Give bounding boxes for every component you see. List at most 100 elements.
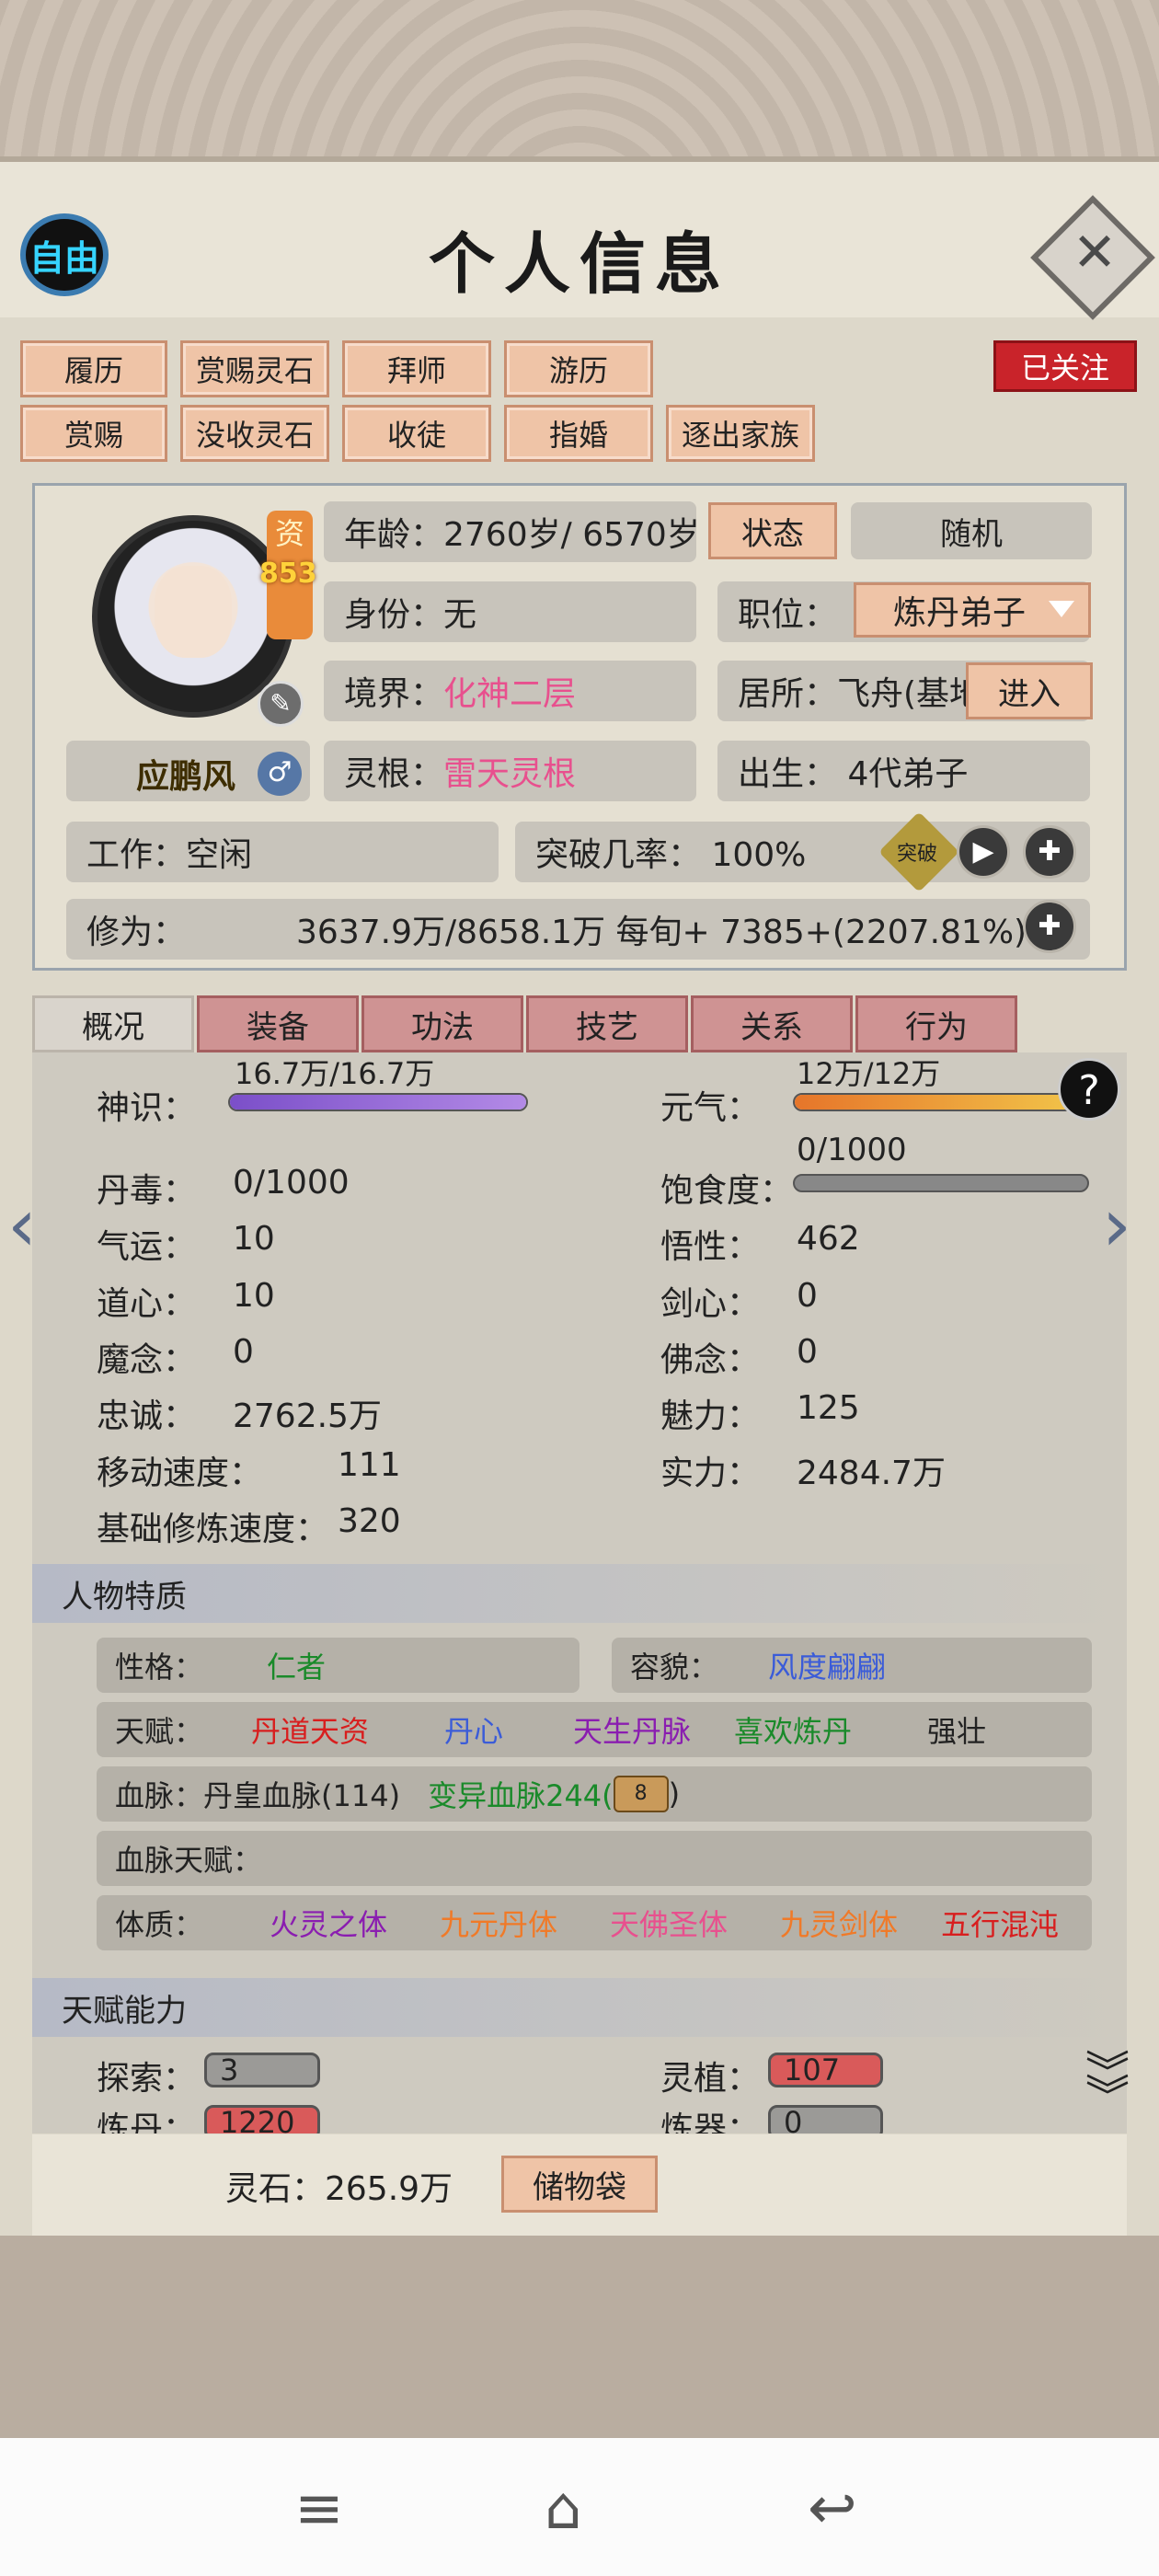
strength-label: 实力： bbox=[660, 1455, 761, 1492]
sword-heart-label: 剑心： bbox=[660, 1285, 761, 1323]
home-icon[interactable]: ⌂ bbox=[545, 2475, 582, 2543]
position-value: 炼丹弟子 bbox=[893, 594, 1027, 632]
physique-label: 体质： bbox=[115, 1907, 204, 1942]
talent-row: 天赋： 丹道天资 丹心 天生丹脉 喜欢炼丹 强壮 bbox=[97, 1702, 1092, 1757]
shenshi-bar-fill bbox=[230, 1095, 526, 1110]
position-label: 职位： bbox=[738, 596, 838, 634]
talent-1: 丹道天资 bbox=[251, 1714, 370, 1749]
reward-button[interactable]: 赏赐 bbox=[20, 405, 167, 462]
bloodline-item-icon[interactable]: 8 bbox=[613, 1776, 669, 1812]
bloodline-value: 丹皇血脉(114) bbox=[203, 1778, 401, 1813]
alchemy-label: 炼丹： bbox=[97, 2110, 197, 2133]
luck-label: 气运： bbox=[97, 1228, 197, 1266]
bloodline-label: 血脉： bbox=[115, 1778, 204, 1813]
shenshi-label: 神识： bbox=[97, 1089, 197, 1127]
spirit-stone-text: 灵石：265.9万 bbox=[225, 2170, 453, 2208]
bloodline-talent-label: 血脉天赋： bbox=[115, 1843, 263, 1878]
daoxin-value: 10 bbox=[233, 1277, 275, 1315]
confiscate-stone-button[interactable]: 没收灵石 bbox=[180, 405, 329, 462]
abilities-title: 天赋能力 bbox=[62, 1992, 187, 2030]
realm-label: 境界： bbox=[344, 675, 444, 713]
next-arrow-icon[interactable]: › bbox=[1102, 1182, 1131, 1268]
reward-stone-button[interactable]: 赏赐灵石 bbox=[180, 340, 329, 397]
forge-value: 0 bbox=[784, 2105, 803, 2133]
menu-icon[interactable]: ≡ bbox=[294, 2475, 344, 2543]
follow-button[interactable]: 已关注 bbox=[993, 340, 1137, 392]
move-speed-label: 移动速度： bbox=[97, 1455, 263, 1492]
plus-icon[interactable]: ✚ bbox=[1023, 825, 1076, 879]
breakthrough-icon-label: 突破 bbox=[897, 843, 938, 866]
identity-field: 身份： 无 bbox=[324, 581, 696, 642]
forge-bar: 0 bbox=[768, 2105, 883, 2133]
tab-skills[interactable]: 技艺 bbox=[526, 995, 688, 1052]
tab-equipment[interactable]: 装备 bbox=[197, 995, 359, 1052]
traits-title: 人物特质 bbox=[62, 1578, 187, 1616]
tab-overview[interactable]: 概况 bbox=[32, 995, 194, 1052]
work-text: 工作：空闲 bbox=[86, 836, 253, 874]
travel-button[interactable]: 游历 bbox=[504, 340, 653, 397]
expel-button[interactable]: 逐出家族 bbox=[666, 405, 815, 462]
residence-text: 居所：飞舟(基地 bbox=[738, 675, 983, 713]
daoxin-label: 道心： bbox=[97, 1285, 197, 1323]
pen-icon[interactable]: ✎ bbox=[258, 681, 304, 727]
personality-label: 性格： bbox=[115, 1650, 204, 1685]
prev-arrow-icon[interactable]: ‹ bbox=[7, 1182, 37, 1268]
state-button[interactable]: 状态 bbox=[708, 502, 837, 559]
comprehension-value: 462 bbox=[797, 1220, 860, 1258]
random-button[interactable]: 随机 bbox=[851, 502, 1092, 559]
monian-value: 0 bbox=[233, 1333, 254, 1371]
character-name: 应鹏风 bbox=[136, 758, 236, 796]
enter-button[interactable]: 进入 bbox=[966, 662, 1093, 719]
satiety-label: 饱食度： bbox=[660, 1172, 794, 1210]
cultivation-label: 修为： bbox=[86, 914, 187, 951]
cultivation-plus-icon[interactable]: ✚ bbox=[1023, 900, 1076, 953]
physique-row: 体质： 火灵之体 九元丹体 天佛圣体 九灵剑体 五行混沌 bbox=[97, 1895, 1092, 1950]
loyalty-label: 忠诚： bbox=[97, 1397, 197, 1435]
monian-label: 魔念： bbox=[97, 1341, 197, 1379]
cultivation-value: 3637.9万/8658.1万 每旬+ 7385+(2207.81%) bbox=[296, 914, 1027, 951]
luck-value: 10 bbox=[233, 1220, 275, 1258]
back-icon[interactable]: ↩ bbox=[808, 2475, 857, 2543]
strength-value: 2484.7万 bbox=[797, 1455, 946, 1492]
talent-4: 喜欢炼丹 bbox=[734, 1714, 853, 1749]
cultivation-field: 修为： 3637.9万/8658.1万 每旬+ 7385+(2207.81%) bbox=[66, 899, 1090, 960]
storage-bag-button[interactable]: 储物袋 bbox=[501, 2156, 658, 2213]
top-decor bbox=[0, 0, 1159, 161]
dandu-value: 0/1000 bbox=[233, 1164, 350, 1202]
base-cultivation-speed-label: 基础修炼速度： bbox=[97, 1511, 329, 1548]
play-icon[interactable]: ▶ bbox=[957, 825, 1010, 879]
tab-actions[interactable]: 行为 bbox=[855, 995, 1017, 1052]
identity-value: 无 bbox=[443, 596, 477, 634]
ability-row-clip: 炼丹： 1220 炼器： 0 bbox=[32, 2102, 1127, 2133]
apprentice-button[interactable]: 拜师 bbox=[342, 340, 491, 397]
buddha-value: 0 bbox=[797, 1333, 818, 1371]
free-mode-button[interactable]: 自由 bbox=[20, 213, 109, 296]
help-icon[interactable]: ? bbox=[1058, 1058, 1120, 1121]
talent-label: 天赋： bbox=[115, 1714, 204, 1749]
explore-label: 探索： bbox=[97, 2060, 197, 2098]
close-icon: ✕ bbox=[1072, 221, 1118, 283]
plant-bar: 107 bbox=[768, 2053, 883, 2087]
age-text: 年龄：2760岁/ 6570岁 bbox=[344, 516, 696, 554]
root-value: 雷天灵根 bbox=[443, 755, 577, 793]
arrange-marriage-button[interactable]: 指婚 bbox=[504, 405, 653, 462]
tab-relations[interactable]: 关系 bbox=[691, 995, 853, 1052]
scroll-down-icon[interactable]: ︾ ︾ bbox=[1085, 2051, 1130, 2119]
root-label: 灵根： bbox=[344, 755, 444, 793]
aptitude-value: 853 bbox=[259, 558, 317, 590]
traits-header: 人物特质 bbox=[32, 1564, 1127, 1623]
take-disciple-button[interactable]: 收徒 bbox=[342, 405, 491, 462]
physique-3: 天佛圣体 bbox=[610, 1907, 729, 1942]
alchemy-bar: 1220 bbox=[204, 2105, 320, 2133]
satiety-bar bbox=[793, 1174, 1089, 1192]
tab-techniques[interactable]: 功法 bbox=[361, 995, 523, 1052]
birth-field: 出生： 4代弟子 bbox=[717, 741, 1090, 801]
dandu-label: 丹毒： bbox=[97, 1172, 197, 1210]
talent-2: 丹心 bbox=[444, 1714, 504, 1749]
male-icon: ♂ bbox=[258, 752, 302, 796]
realm-value: 化神二层 bbox=[443, 675, 577, 713]
work-field: 工作：空闲 bbox=[66, 822, 499, 882]
personality-row: 性格： 仁者 bbox=[97, 1638, 580, 1693]
breakthrough-text: 突破几率： 100% bbox=[535, 836, 807, 874]
history-button[interactable]: 履历 bbox=[20, 340, 167, 397]
